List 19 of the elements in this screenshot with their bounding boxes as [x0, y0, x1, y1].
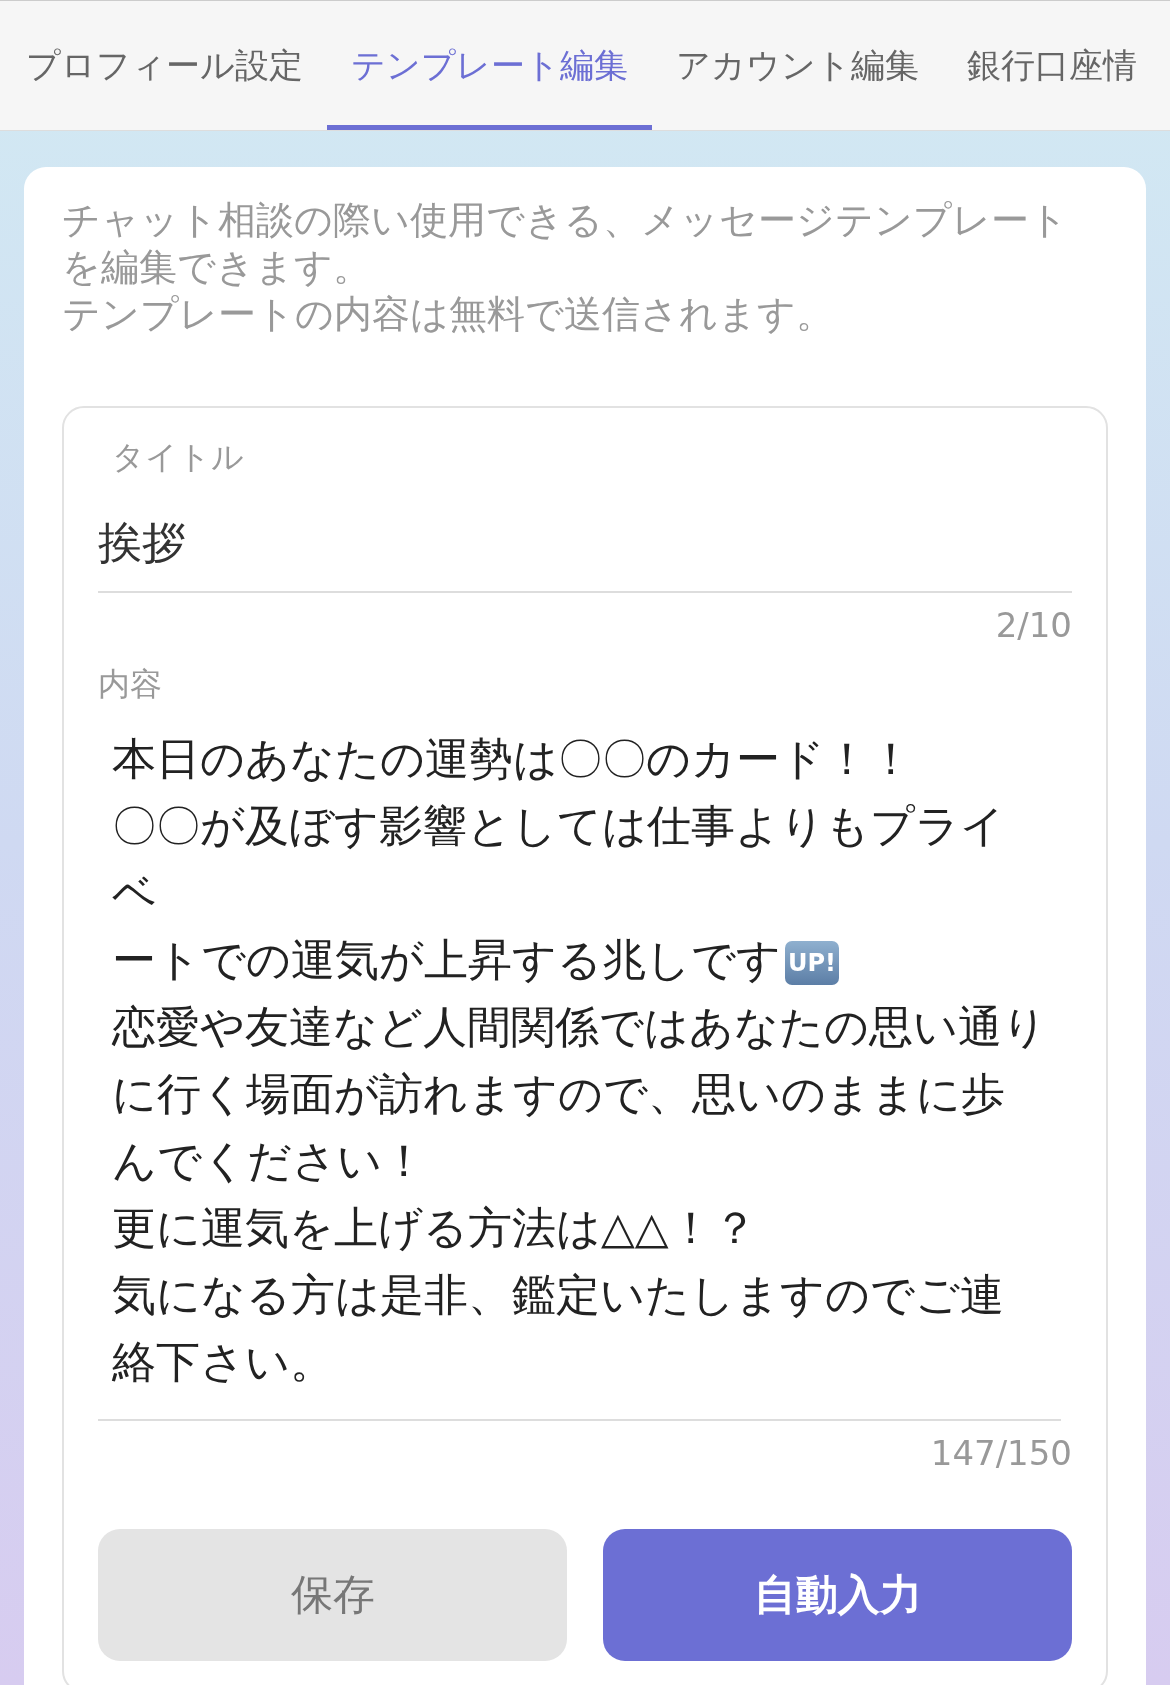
tab[interactable]: プロフィール設定: [2, 1, 327, 130]
content-text: ートでの運気が上昇する兆しです: [112, 934, 781, 985]
tab[interactable]: テンプレート編集: [327, 1, 652, 130]
description-text: テンプレートの内容は無料で送信されます。: [62, 291, 835, 338]
content-text: 気になる方は是非、鑑定いたしますのでご連絡下さい。: [112, 1269, 1004, 1387]
content-text: 恋愛や友達など人間関係ではあなたの思い通りに行く場面が訪れますので、思いのままに歩んでください！: [112, 1001, 1047, 1186]
content-text: 更に運気を上げる方法は△△！？: [112, 1202, 757, 1253]
autofill-button[interactable]: 自動入力: [603, 1529, 1072, 1661]
content-label: 内容: [98, 664, 163, 705]
content-text: 〇〇が及ぼす影響としては仕事よりもプライベ: [112, 800, 1005, 918]
tab[interactable]: 銀行口座情: [943, 1, 1161, 130]
content-field[interactable]: 本日のあなたの運勢は〇〇のカード！！ 〇〇が及ぼす影響としては仕事よりもプライベ ートでの運気が上昇する兆しです UP! 恋愛や友達など人間関係ではあなたの思い通りに行く場面が訪れますので、思いのままに歩んでください！ 更に運気を上げる方法は△△！？ 気になる方は是非、鑑定いたしますのでご連絡下さい。: [98, 707, 1061, 1421]
character-counter: 147/150: [929, 1433, 1072, 1473]
tab[interactable]: アカウント編集: [652, 1, 943, 130]
content-text: 本日のあなたの運勢は〇〇のカード！！: [112, 733, 913, 784]
description-text: チャット相談の際い使用できる、メッセージテンプレートを編集できます。: [62, 197, 1069, 291]
character-counter: 2/10: [994, 605, 1072, 645]
title-field[interactable]: タイトル 挨拶: [98, 436, 1072, 593]
up-icon: UP!: [785, 941, 840, 985]
